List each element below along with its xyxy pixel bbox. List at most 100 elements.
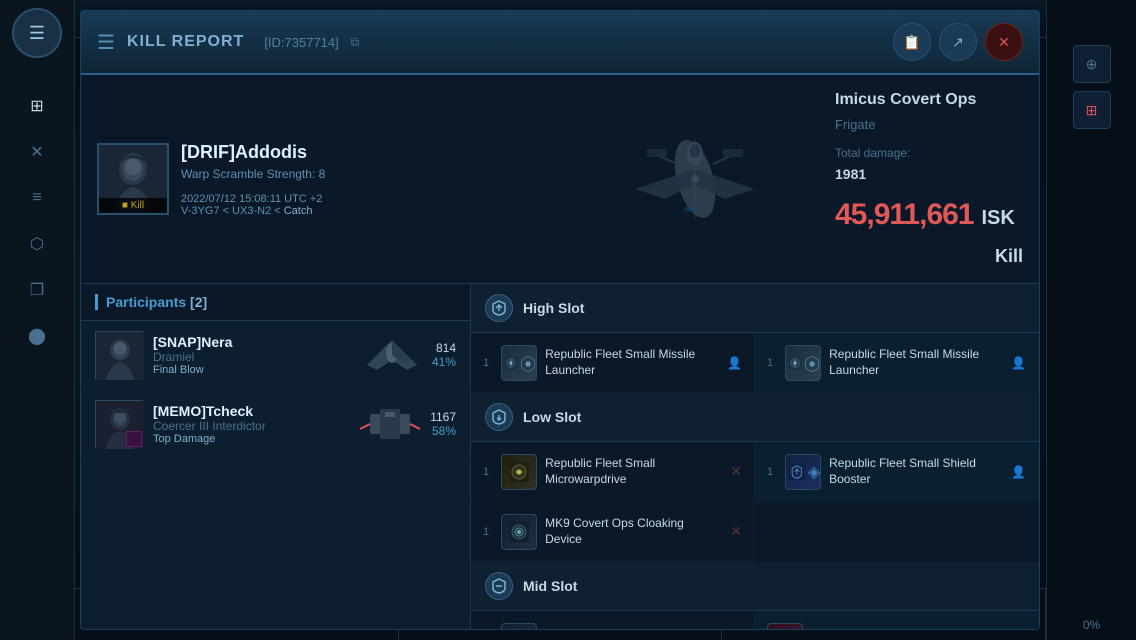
low-slot-icon	[485, 403, 513, 431]
panel-menu-icon[interactable]: ☰	[97, 30, 115, 55]
slot-item-text: Republic Fleet Small Shield Booster	[829, 456, 1003, 487]
slot-item-text: Republic Fleet Small Missile Launcher	[829, 347, 1003, 378]
slot-item[interactable]: 1 Republic Fleet Small Shield Booster 👤	[755, 442, 1039, 502]
slot-qty: 1	[767, 466, 773, 478]
list-item[interactable]: [SNAP]Nera Dramiel Final Blow	[81, 321, 470, 390]
cloak-img	[505, 518, 533, 546]
participant-name: [SNAP]Nera	[153, 334, 352, 350]
participants-header: Participants [2]	[81, 284, 470, 321]
avatar-bg	[96, 332, 142, 378]
participant-ship: Coercer III Interdictor	[153, 419, 350, 433]
panel-header-right: 📋 ↗ ✕	[893, 23, 1023, 61]
navy-icon	[767, 623, 803, 630]
mid-slot-header: Mid Slot	[471, 562, 1039, 611]
high-slot-header: High Slot	[471, 284, 1039, 333]
slot-qty: 1	[483, 466, 489, 478]
victim-section: ■ Kill [DRIF]Addodis Warp Scramble Stren…	[81, 75, 571, 283]
high-slot-title: High Slot	[523, 300, 584, 316]
slot-item[interactable]: 1 Republic Fleet Small Missile Launcher	[471, 333, 755, 393]
low-slot-section: Low Slot 1	[471, 393, 1039, 562]
guidance-img	[505, 627, 533, 630]
high-slot-section: High Slot 1	[471, 284, 1039, 393]
participants-title: Participants [2]	[95, 294, 456, 310]
navy-img	[771, 627, 799, 630]
low-slot-items: 1 Republic Fleet Small Microwarpdriv​e	[471, 442, 1039, 562]
panel-id: [ID:7357714]	[264, 35, 338, 50]
victim-info: [DRIF]Addodis Warp Scramble Strength: 8 …	[181, 142, 555, 217]
low-slot-title: Low Slot	[523, 409, 581, 425]
participant-damage: 814	[432, 341, 456, 355]
ship-type: Frigate	[835, 117, 1023, 132]
cloaking-icon	[501, 514, 537, 550]
participant-percent: 58%	[430, 424, 456, 438]
close-icon: ✕	[998, 34, 1010, 51]
person-icon: 👤	[727, 356, 742, 370]
high-slot-items: 1 Republic Fleet Small Missile Launcher	[471, 333, 1039, 393]
kill-badge: ■ Kill	[99, 198, 167, 213]
participant-stats: 814 41%	[432, 341, 456, 369]
guidance-icon	[501, 623, 537, 630]
close-button[interactable]: ✕	[985, 23, 1023, 61]
slot-item[interactable]: 1 Republic Fleet Small Missile Launcher	[755, 333, 1039, 393]
victim-warp: Warp Scramble Strength: 8	[181, 167, 555, 181]
pct-badge: 0%	[1083, 618, 1100, 632]
right-btn-2[interactable]: ⊞	[1073, 91, 1111, 129]
slot-item-name: MK9 Covert Ops Cloaking Device	[545, 516, 722, 547]
kill-location: V-3YG7 < UX3-N2 < Catch	[181, 205, 555, 217]
participants-panel: Participants [2]	[81, 284, 471, 629]
participant-ship: Dramiel	[153, 350, 352, 364]
shield-booster-icon	[785, 454, 821, 490]
sidebar-item-home[interactable]: ⊞	[17, 86, 57, 126]
slot-qty: 1	[483, 526, 489, 538]
slot-item-name: Republic Fleet Small Shield Booster	[829, 456, 1003, 487]
participant-damage: 1167	[430, 410, 456, 424]
slot-qty: 1	[483, 357, 489, 369]
sidebar-item-journal[interactable]: ❐	[17, 270, 57, 310]
victim-name: [DRIF]Addodis	[181, 142, 555, 163]
slot-item[interactable]: 1 Republic Fleet Small Microwarpdriv​e	[471, 442, 755, 502]
copy-id-icon[interactable]: ⧉	[351, 35, 360, 50]
slot-item-name: Republic Fleet Small Missile Launcher	[829, 347, 1003, 378]
panel-header: ☰ KILL REPORT [ID:7357714] ⧉ 📋 ↗ ✕	[81, 11, 1039, 75]
mid-slot-section: Mid Slot 1	[471, 562, 1039, 629]
high-slot-icon	[485, 294, 513, 322]
missile-icon	[786, 349, 804, 377]
kill-timestamp: 2022/07/12 15:08:11 UTC +2	[181, 193, 555, 205]
slot-item-text: Republic Fleet Small Microwarpdriv​e	[545, 456, 722, 487]
person-icon: 👤	[1011, 465, 1026, 479]
participant-avatar	[95, 400, 143, 448]
participant-name: [MEMO]Tcheck	[153, 403, 350, 419]
sidebar-item-market[interactable]: ⬡	[17, 224, 57, 264]
sidebar: ☰ ⊞ ✕ ≡ ⬡ ❐ ⬤	[0, 0, 75, 640]
ship-image	[595, 99, 795, 259]
isk-value: 45,911,661	[835, 198, 974, 232]
clipboard-button[interactable]: 📋	[893, 23, 931, 61]
ship-class: Imicus Covert Ops	[835, 91, 976, 109]
slot-item-text: MK9 Covert Ops Cloaking Device	[545, 516, 722, 547]
list-item[interactable]: [MEMO]Tcheck Coercer III Interdictor Top…	[81, 390, 470, 459]
damage-label: Total damage:	[835, 146, 1023, 160]
export-button[interactable]: ↗	[939, 23, 977, 61]
participant-percent: 41%	[432, 355, 456, 369]
mwd-icon	[505, 458, 533, 486]
right-btn-1[interactable]: ⊕	[1073, 45, 1111, 83]
isk-label: ISK	[982, 207, 1015, 230]
microwarp-icon	[501, 454, 537, 490]
slot-item[interactable]: Imperial Navy	[755, 611, 1039, 629]
right-sidebar: ⊕ ⊞ 0%	[1046, 0, 1136, 640]
location-region: Catch	[284, 205, 313, 217]
slot-item-name: Republic Fleet Small Microwarpdriv​e	[545, 456, 722, 487]
content-area: Participants [2]	[81, 284, 1039, 629]
mid-slot-icon	[485, 572, 513, 600]
slot-qty: 1	[767, 357, 773, 369]
participants-list: [SNAP]Nera Dramiel Final Blow	[81, 321, 470, 629]
panel-header-left: ☰ KILL REPORT [ID:7357714] ⧉	[97, 30, 359, 55]
sidebar-item-skills[interactable]: ⬤	[17, 316, 57, 356]
participant-info: [SNAP]Nera Dramiel Final Blow	[153, 334, 352, 376]
sidebar-item-close[interactable]: ✕	[17, 132, 57, 172]
slot-item[interactable]: 1 MK9 Covert Ops Cloaking Device	[471, 502, 755, 562]
sidebar-menu-button[interactable]: ☰	[12, 8, 62, 58]
slot-item[interactable]: 1 'Basic' Guidance	[471, 611, 755, 629]
sidebar-item-document[interactable]: ≡	[17, 178, 57, 218]
participant-role: Top Damage	[153, 433, 350, 445]
